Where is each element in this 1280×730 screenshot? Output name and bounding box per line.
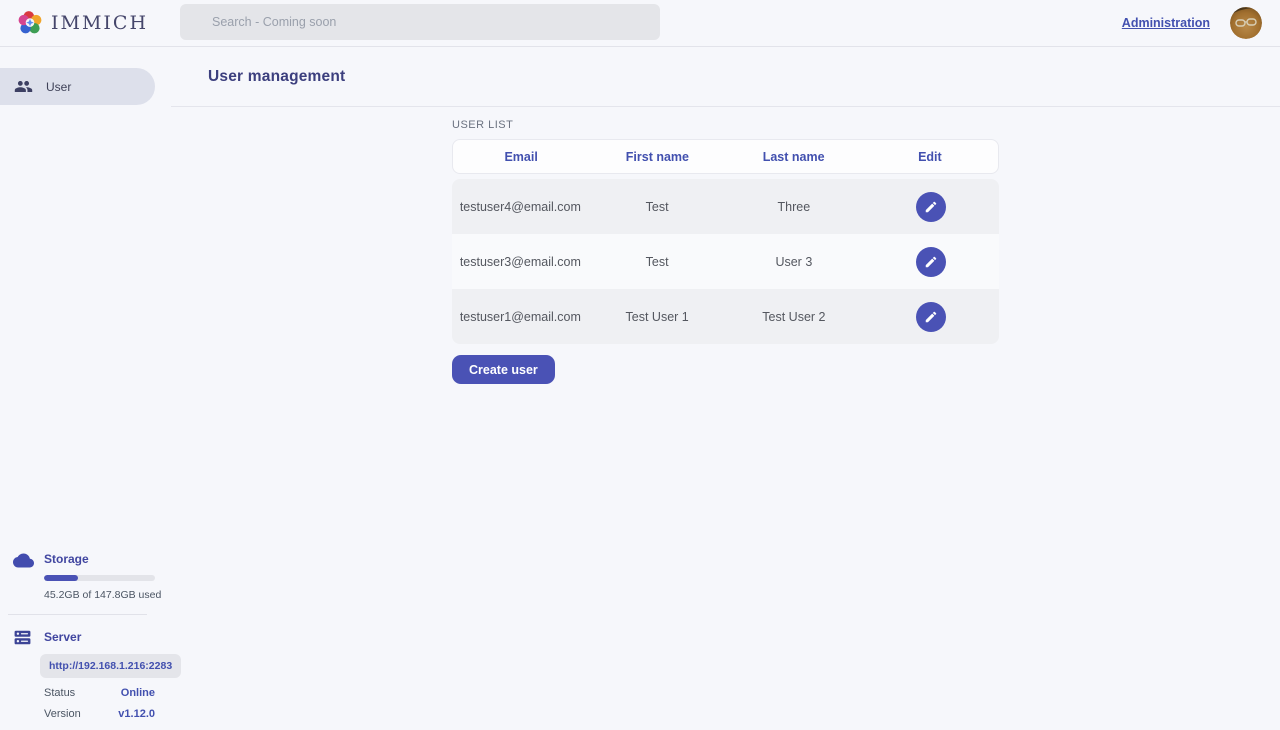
- sidebar-item-user[interactable]: User: [0, 68, 155, 105]
- server-title: Server: [44, 628, 155, 644]
- storage-usage-text: 45.2GB of 147.8GB used: [44, 589, 155, 601]
- avatar[interactable]: [1230, 7, 1262, 39]
- brand: IMMICH: [17, 10, 148, 36]
- cell-last-name: Three: [726, 200, 863, 214]
- cell-edit: [862, 247, 999, 277]
- status-value: Online: [121, 687, 155, 699]
- table-body: testuser4@email.comTestThreetestuser3@em…: [452, 179, 999, 344]
- storage-section: Storage 45.2GB of 147.8GB used: [0, 550, 155, 601]
- group-icon: [14, 77, 33, 96]
- pencil-icon: [924, 310, 938, 324]
- cell-edit: [862, 302, 999, 332]
- administration-link[interactable]: Administration: [1122, 16, 1210, 30]
- avatar-photo: [1230, 7, 1262, 39]
- cell-first-name: Test: [589, 255, 726, 269]
- edit-user-button[interactable]: [916, 302, 946, 332]
- edit-user-button[interactable]: [916, 192, 946, 222]
- column-header-edit: Edit: [862, 150, 998, 164]
- create-user-button[interactable]: Create user: [452, 355, 555, 384]
- cell-email: testuser3@email.com: [452, 255, 589, 269]
- server-status-row: Status Online: [44, 687, 155, 699]
- status-label: Status: [44, 687, 75, 699]
- sidebar-item-label: User: [46, 80, 71, 94]
- user-table: EmailFirst nameLast nameEdit testuser4@e…: [452, 139, 999, 344]
- cell-edit: [862, 192, 999, 222]
- storage-progress-fill: [44, 575, 78, 581]
- sidebar-bottom: Storage 45.2GB of 147.8GB used: [0, 550, 155, 720]
- table-row: testuser1@email.comTest User 1Test User …: [452, 289, 999, 344]
- cell-last-name: Test User 2: [726, 310, 863, 324]
- cell-email: testuser1@email.com: [452, 310, 589, 324]
- main-header: User management: [171, 47, 1280, 107]
- cell-last-name: User 3: [726, 255, 863, 269]
- immich-logo-icon: [17, 10, 43, 36]
- sidebar-divider: [8, 614, 147, 615]
- cloud-icon: [13, 550, 34, 576]
- storage-title: Storage: [44, 550, 155, 566]
- cell-email: testuser4@email.com: [452, 200, 589, 214]
- server-icon: [13, 628, 32, 652]
- topbar: IMMICH Administration: [0, 0, 1280, 47]
- cell-first-name: Test User 1: [589, 310, 726, 324]
- section-label: USER LIST: [452, 119, 1280, 131]
- content-area: USER LIST EmailFirst nameLast nameEdit t…: [155, 107, 1280, 384]
- cell-first-name: Test: [589, 200, 726, 214]
- table-header-row: EmailFirst nameLast nameEdit: [452, 139, 999, 174]
- column-header-email: Email: [453, 150, 589, 164]
- pencil-icon: [924, 255, 938, 269]
- server-version-row: Version v1.12.0: [44, 708, 155, 720]
- topbar-right: Administration: [1122, 7, 1262, 39]
- brand-name: IMMICH: [51, 12, 148, 34]
- search-input[interactable]: [180, 4, 660, 40]
- storage-progress-track: [44, 575, 155, 581]
- table-row: testuser3@email.comTestUser 3: [452, 234, 999, 289]
- app-layout: User Storage 45.2GB of 147.8GB used: [0, 47, 1280, 730]
- page-title: User management: [208, 68, 345, 86]
- edit-user-button[interactable]: [916, 247, 946, 277]
- column-header-first-name: First name: [589, 150, 725, 164]
- main-content: User management USER LIST EmailFirst nam…: [155, 47, 1280, 730]
- table-row: testuser4@email.comTestThree: [452, 179, 999, 234]
- column-header-last-name: Last name: [726, 150, 862, 164]
- pencil-icon: [924, 200, 938, 214]
- version-value: v1.12.0: [118, 708, 155, 720]
- version-label: Version: [44, 708, 81, 720]
- server-section: Server http://192.168.1.216:2283 Status …: [0, 628, 155, 720]
- sidebar: User Storage 45.2GB of 147.8GB used: [0, 47, 155, 730]
